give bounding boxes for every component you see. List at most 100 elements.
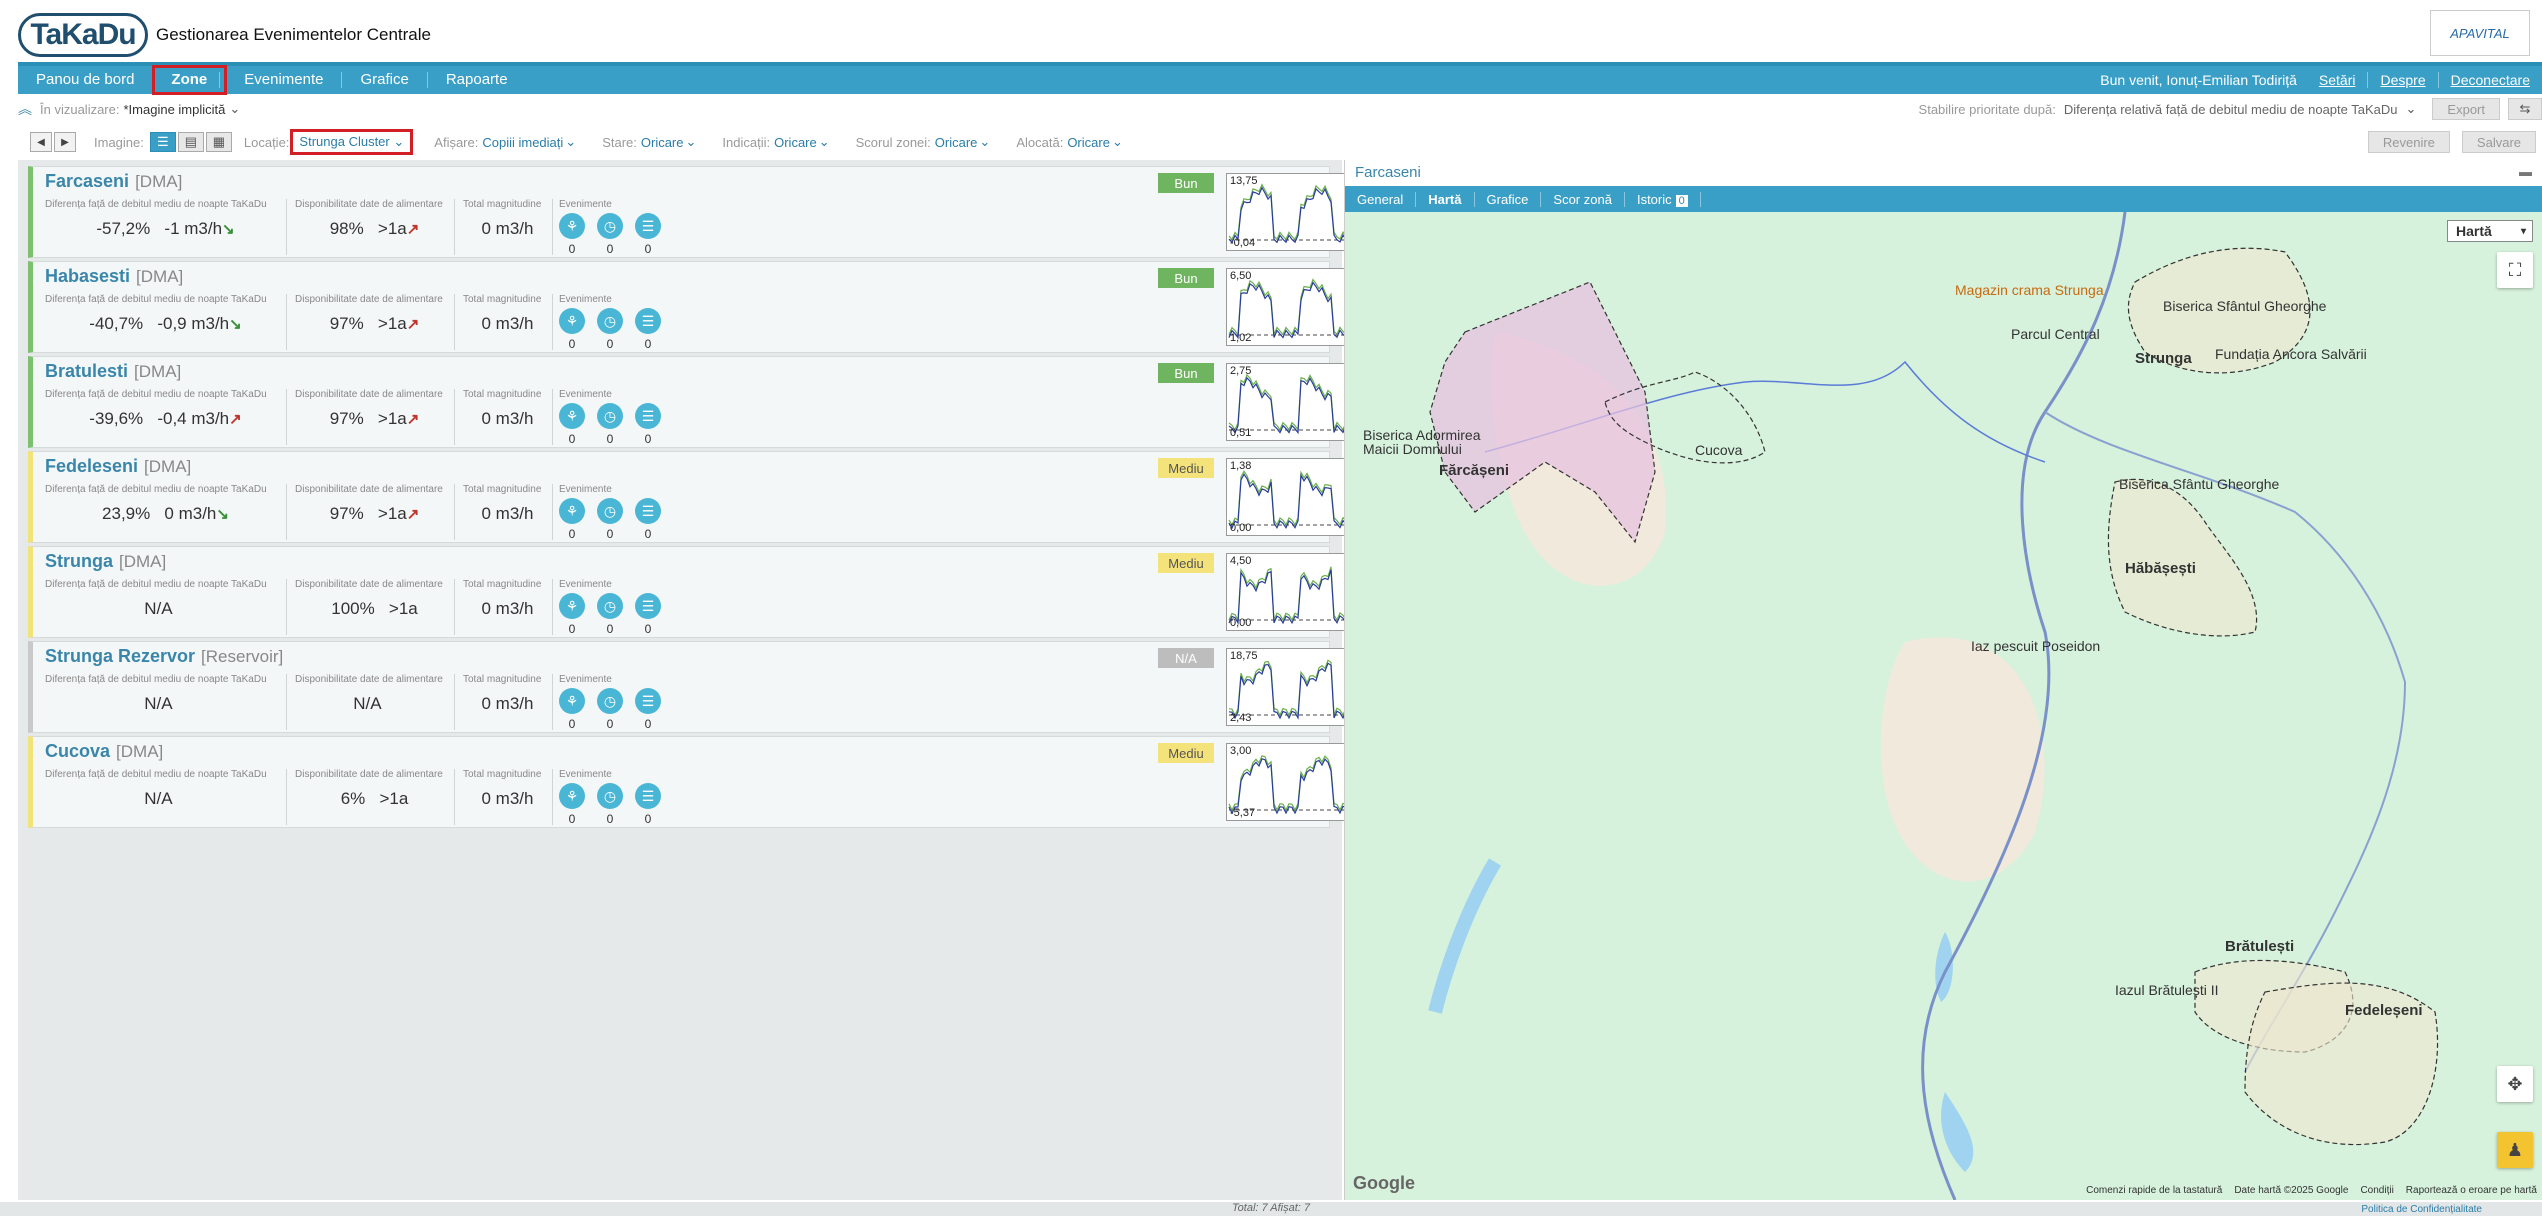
zone-card[interactable]: Habasesti [DMA] Diferența față de debitul… (28, 261, 1350, 353)
chevron-down-icon[interactable]: ⌄ (686, 134, 697, 150)
sparkline-chart[interactable]: 2,75 0,51 (1226, 363, 1350, 441)
privacy-link[interactable]: Politica de Confidențialitate (2361, 1204, 2482, 1215)
report-error-link[interactable]: Raportează o eroare pe hartă (2406, 1185, 2537, 1196)
location-select[interactable]: Strunga Cluster ⌄ (290, 129, 414, 155)
zone-name[interactable]: Bratulesti [DMA] (45, 361, 181, 382)
prev-icon[interactable]: ◀ (30, 132, 52, 152)
network-icon[interactable]: ⚘ (559, 593, 585, 619)
zone-card[interactable]: Strunga [DMA] Diferența față de debitul m… (28, 546, 1350, 638)
sparkline-chart[interactable]: 1,38 0,00 (1226, 458, 1350, 536)
zone-name[interactable]: Cucova [DMA] (45, 741, 163, 762)
network-icon[interactable]: ⚘ (559, 403, 585, 429)
network-icon[interactable]: ⚘ (559, 213, 585, 239)
zone-name[interactable]: Farcaseni [DMA] (45, 171, 182, 192)
zone-name[interactable]: Habasesti [DMA] (45, 266, 183, 287)
zone-card[interactable]: Cucova [DMA] Diferența față de debitul me… (28, 736, 1350, 828)
view-select[interactable]: *Imagine implicită (123, 102, 225, 117)
list-view-icon[interactable]: ☰ (149, 132, 176, 152)
street-view-icon[interactable]: ♟ (2497, 1132, 2533, 1168)
nav-dashboard[interactable]: Panou de bord (18, 72, 154, 88)
collapse-icon[interactable]: ︽ (18, 99, 32, 119)
zone-card[interactable]: Bratulesti [DMA] Diferența față de debitu… (28, 356, 1350, 448)
nav-zones[interactable]: Zone (152, 65, 228, 95)
tab-general[interactable]: General (1345, 191, 1417, 207)
nav-charts[interactable]: Grafice (342, 72, 428, 88)
indications-select[interactable]: Oricare (774, 135, 817, 150)
display-select[interactable]: Copiii imediați (482, 135, 563, 150)
pan-icon[interactable]: ✥ (2497, 1066, 2533, 1102)
main-nav: Panou de bord Zone Evenimente Grafice Ra… (18, 65, 2542, 95)
logout-link[interactable]: Deconectare (2439, 72, 2542, 88)
score-select[interactable]: Oricare (935, 135, 978, 150)
nav-events[interactable]: Evenimente (226, 72, 343, 88)
sparkline-series (1228, 473, 1350, 530)
event-count: 0 (644, 812, 652, 826)
network-icon[interactable]: ⚘ (559, 308, 585, 334)
allocated-select[interactable]: Oricare (1067, 135, 1110, 150)
meter-icon[interactable]: ◷ (597, 783, 623, 809)
chevron-down-icon[interactable]: ⌄ (565, 134, 576, 150)
events-caption: Evenimente (559, 294, 612, 305)
keyboard-shortcuts-link[interactable]: Comenzi rapide de la tastatură (2086, 1185, 2222, 1196)
event-count: 0 (644, 432, 652, 446)
about-link[interactable]: Despre (2368, 72, 2439, 88)
zone-card[interactable]: Strunga Rezervor [Reservoir] Diferența fa… (28, 641, 1350, 733)
tab-map[interactable]: Hartă (1416, 191, 1475, 207)
settings-link[interactable]: Setări (2307, 72, 2369, 88)
priority-select[interactable]: Diferența relativă față de debitul mediu… (2064, 102, 2398, 117)
sparkline-chart[interactable]: 18,75 2,43 (1226, 648, 1350, 726)
revert-button[interactable]: Revenire (2367, 131, 2450, 153)
availability-column: Disponibilitate date de alimentare 97% >… (295, 484, 455, 540)
chevron-down-icon[interactable]: ⌄ (1112, 134, 1123, 150)
chevron-down-icon[interactable]: ⌄ (2406, 101, 2417, 117)
leak-icon[interactable]: ☰ (635, 498, 661, 524)
leak-icon[interactable]: ☰ (635, 213, 661, 239)
compact-view-icon[interactable]: ▤ (177, 132, 204, 152)
meter-icon[interactable]: ◷ (597, 308, 623, 334)
meter-icon[interactable]: ◷ (597, 688, 623, 714)
sparkline-min: 0,00 (1230, 617, 1252, 629)
tab-charts[interactable]: Grafice (1475, 191, 1542, 207)
leak-icon[interactable]: ☰ (635, 308, 661, 334)
zone-name[interactable]: Fedeleseni [DMA] (45, 456, 191, 477)
chevron-down-icon[interactable]: ⌄ (979, 134, 990, 150)
zone-card[interactable]: Farcaseni [DMA] Diferența față de debitul… (28, 166, 1350, 258)
minimize-icon[interactable]: ▬ (2519, 164, 2532, 179)
sparkline-chart[interactable]: 4,50 0,00 (1226, 553, 1350, 631)
network-icon[interactable]: ⚘ (559, 783, 585, 809)
refresh-icon[interactable]: ⇆ (2508, 98, 2542, 120)
zone-habasesti[interactable] (2107, 478, 2258, 637)
sparkline-chart[interactable]: 13,75 -0,04 (1226, 173, 1350, 251)
map-type-select[interactable]: Hartă ▾ (2447, 220, 2533, 242)
takadu-logo[interactable]: TaKaDu (18, 13, 148, 57)
chevron-down-icon[interactable]: ⌄ (229, 101, 240, 117)
grid-view-icon[interactable]: ▦ (205, 132, 232, 152)
zone-name[interactable]: Strunga [DMA] (45, 551, 166, 572)
state-select[interactable]: Oricare (641, 135, 684, 150)
tab-history[interactable]: Istoric 0 (1625, 191, 1701, 207)
tab-zone-score[interactable]: Scor zonă (1541, 191, 1625, 207)
zone-card[interactable]: Fedeleseni [DMA] Diferența față de debitu… (28, 451, 1350, 543)
network-icon[interactable]: ⚘ (559, 688, 585, 714)
meter-icon[interactable]: ◷ (597, 213, 623, 239)
export-button[interactable]: Export (2432, 98, 2500, 120)
leak-icon[interactable]: ☰ (635, 783, 661, 809)
map-view[interactable]: Hartă ▾ ⛶ ✥ ♟ Fărcășeni Cucova Strunga Hă… (1345, 212, 2542, 1200)
leak-icon[interactable]: ☰ (635, 688, 661, 714)
meter-icon[interactable]: ◷ (597, 498, 623, 524)
next-icon[interactable]: ▶ (54, 132, 76, 152)
sparkline-chart[interactable]: 3,00 -5,37 (1226, 743, 1350, 821)
leak-icon[interactable]: ☰ (635, 403, 661, 429)
zone-name[interactable]: Strunga Rezervor [Reservoir] (45, 646, 283, 667)
availability-caption: Disponibilitate date de alimentare (295, 484, 443, 495)
network-icon[interactable]: ⚘ (559, 498, 585, 524)
sparkline-chart[interactable]: 6,50 1,02 (1226, 268, 1350, 346)
save-button[interactable]: Salvare (2461, 131, 2536, 153)
meter-icon[interactable]: ◷ (597, 403, 623, 429)
chevron-down-icon[interactable]: ⌄ (819, 134, 830, 150)
fullscreen-icon[interactable]: ⛶ (2497, 252, 2533, 288)
nav-reports[interactable]: Rapoarte (428, 72, 526, 88)
terms-link[interactable]: Condiții (2360, 1185, 2393, 1196)
meter-icon[interactable]: ◷ (597, 593, 623, 619)
leak-icon[interactable]: ☰ (635, 593, 661, 619)
